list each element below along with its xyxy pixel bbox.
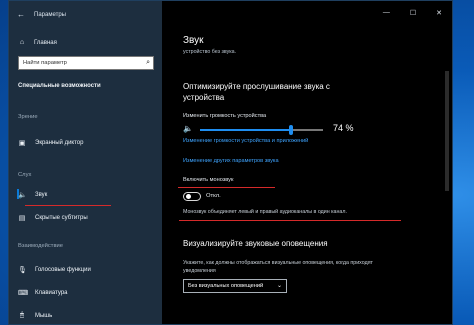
scrollbar[interactable] (445, 71, 449, 191)
narrator-label: Экранный диктор (35, 140, 84, 146)
volume-slider-fill (200, 129, 292, 131)
mouse-label: Мышь (35, 313, 53, 319)
narrator-icon: ▣ (18, 140, 26, 147)
visual-alerts-select-value: Без визуальных оповещений (188, 283, 264, 289)
sound-label: Звук (35, 192, 48, 198)
microphone-icon: 🎙 (18, 267, 27, 274)
sound-settings-content: — ☐ ✕ Звук устройство без звука. Оптимиз… (163, 1, 452, 324)
page-subtitle: устройство без звука. (183, 49, 237, 55)
visual-alerts-help: Укажите, как должны отображаться визуаль… (183, 260, 373, 274)
maximize-icon[interactable]: ☐ (410, 9, 416, 17)
keyboard-label: Клавиатура (35, 290, 68, 296)
mono-audio-description: Монозвук объединяет левый и правый аудио… (183, 209, 347, 215)
sidebar-item-sound[interactable]: 🔈 Звук (18, 191, 47, 199)
speaker-icon: 🔈 (18, 192, 27, 199)
captions-icon: ▤ (18, 215, 26, 222)
app-volume-link[interactable]: Изменение громкости устройства и приложе… (183, 138, 308, 144)
visual-alerts-select[interactable]: Без визуальных оповещений ⌄ (183, 279, 287, 293)
window-controls: — ☐ ✕ (383, 9, 442, 17)
close-icon[interactable]: ✕ (436, 9, 442, 17)
volume-slider-track[interactable] (200, 125, 323, 135)
chevron-down-icon: ⌄ (276, 283, 282, 289)
vision-group-label: Зрение (18, 114, 38, 120)
interaction-group-label: Взаимодействие (18, 243, 64, 249)
page-title: Звук (183, 35, 204, 46)
sidebar-item-voice[interactable]: 🎙 Голосовые функции (18, 266, 91, 274)
volume-label: Изменить громкость устройства (183, 113, 267, 119)
settings-window: ← Параметры ⌂ Главная Найти параметр ⌕ С… (8, 0, 453, 325)
search-placeholder: Найти параметр (23, 60, 67, 66)
sidebar-item-captions[interactable]: ▤ Скрытые субтитры (18, 214, 88, 222)
volume-control: 🔈 74 % (183, 123, 413, 136)
mono-audio-toggle[interactable] (183, 192, 201, 201)
settings-sidebar: ← Параметры ⌂ Главная Найти параметр ⌕ С… (9, 1, 162, 324)
mouse-icon: 🖱 (19, 312, 25, 319)
accessibility-section-title: Специальные возможности (18, 83, 101, 89)
speaker-icon: 🔈 (183, 124, 193, 133)
home-label: Главная (34, 39, 57, 46)
home-nav-item[interactable]: ⌂ Главная (18, 39, 57, 46)
visual-alerts-heading: Визуализируйте звуковые оповещения (183, 239, 328, 248)
other-sound-settings-link[interactable]: Изменение других параметров звука (183, 158, 279, 164)
sidebar-item-narrator[interactable]: ▣ Экранный диктор (18, 139, 84, 147)
mono-highlight-line (178, 187, 275, 188)
search-icon[interactable]: ⌕ (146, 59, 150, 67)
volume-value: 74 % (333, 123, 354, 133)
volume-slider-thumb[interactable] (289, 125, 294, 135)
window-title: Параметры (34, 11, 66, 18)
search-field[interactable]: Найти параметр ⌕ (18, 56, 154, 70)
back-arrow-icon[interactable]: ← (17, 10, 25, 19)
captions-label: Скрытые субтитры (35, 215, 88, 221)
sidebar-item-mouse[interactable]: 🖱 Мышь (18, 312, 52, 320)
toggle-state-label: Откл. (206, 193, 221, 199)
optimize-heading: Оптимизируйте прослушивание звука с устр… (183, 82, 330, 102)
hearing-group-label: Слух (18, 172, 32, 178)
mono-audio-label: Включить монозвук (183, 177, 234, 183)
home-icon: ⌂ (19, 39, 25, 46)
sidebar-item-keyboard[interactable]: ⌨ Клавиатура (18, 289, 68, 297)
sound-highlight-line (25, 205, 111, 206)
toggle-knob (186, 194, 191, 199)
voice-label: Голосовые функции (35, 267, 91, 273)
keyboard-icon: ⌨ (18, 290, 29, 297)
window-titlebar: ← Параметры (17, 10, 66, 19)
minimize-icon[interactable]: — (383, 9, 390, 17)
description-highlight-line (179, 220, 401, 221)
